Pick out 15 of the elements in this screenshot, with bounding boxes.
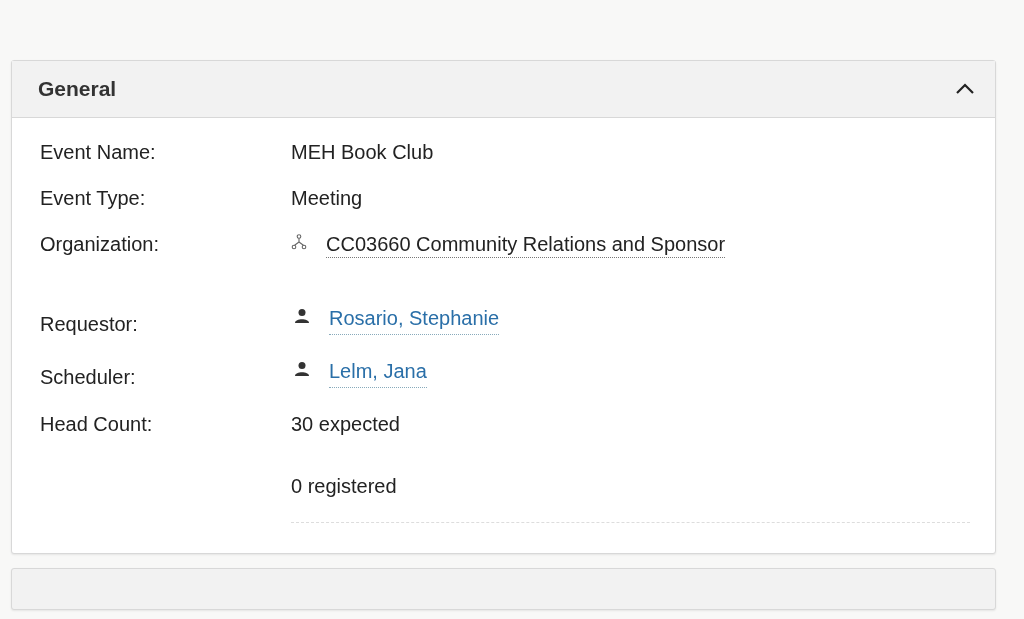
field-label: Organization: <box>40 232 160 257</box>
person-link[interactable]: Lelm, Jana <box>329 359 427 388</box>
organization-link[interactable]: CC03660 Community Relations and Sponsor <box>326 232 726 258</box>
field-label: Event Name: <box>40 140 157 165</box>
field-value: 30 expected <box>291 412 401 436</box>
field-value: 0 registered <box>291 474 398 498</box>
field-value: MEH Book Club <box>291 140 435 164</box>
field-label: Head Count: <box>40 412 154 437</box>
field-label: Event Type: <box>40 186 147 211</box>
field-label: Requestor: <box>40 312 139 337</box>
panel-header[interactable]: General <box>12 61 995 118</box>
panel-title: General <box>38 77 117 101</box>
field-value: Meeting <box>291 186 364 210</box>
person-link[interactable]: Rosario, Stephanie <box>329 306 500 335</box>
field-label: Scheduler: <box>40 365 137 390</box>
